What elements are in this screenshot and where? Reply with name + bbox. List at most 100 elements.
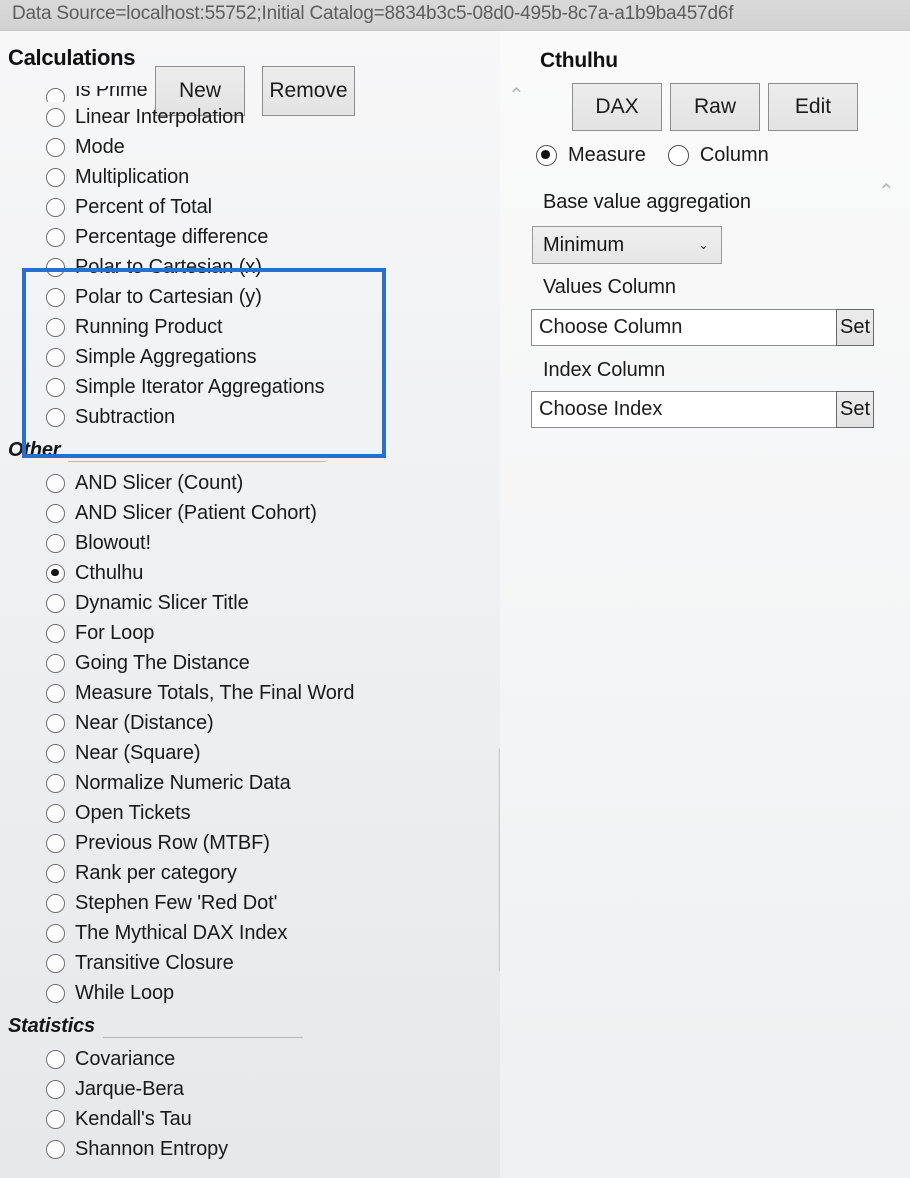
list-item[interactable]: AND Slicer (Count) — [0, 468, 500, 498]
values-column-set-button[interactable]: Set — [836, 309, 874, 346]
list-item[interactable]: Percentage difference — [0, 222, 500, 252]
connection-string-label: Data Source=localhost:55752;Initial Cata… — [12, 3, 734, 24]
calculations-list[interactable]: Is Prime Linear Interpolation Mode Multipli… — [0, 86, 500, 1178]
values-column-input[interactable]: Choose Column — [531, 309, 836, 346]
list-item[interactable]: While Loop — [0, 978, 500, 1008]
radio-button-icon[interactable] — [46, 983, 65, 1003]
radio-button-icon[interactable] — [46, 683, 65, 703]
list-item-label: Dynamic Slicer Title — [75, 591, 249, 614]
list-item[interactable]: For Loop — [0, 618, 500, 648]
section-header: Statistics — [0, 1008, 500, 1044]
list-item[interactable]: Normalize Numeric Data — [0, 768, 500, 798]
radio-button-icon[interactable] — [46, 713, 65, 733]
list-item-label: Open Tickets — [75, 801, 191, 824]
raw-button[interactable]: Raw — [670, 83, 760, 131]
radio-column[interactable]: Column — [667, 144, 769, 167]
list-item[interactable]: The Mythical DAX Index — [0, 918, 500, 948]
radio-button-icon[interactable] — [46, 773, 65, 793]
list-item[interactable]: Stephen Few 'Red Dot' — [0, 888, 500, 918]
list-item[interactable]: Kendall's Tau — [0, 1104, 500, 1134]
list-item[interactable]: Previous Row (MTBF) — [0, 828, 500, 858]
radio-button-icon[interactable] — [46, 863, 65, 883]
radio-button-icon[interactable] — [46, 923, 65, 943]
list-item[interactable]: AND Slicer (Patient Cohort) — [0, 498, 500, 528]
list-item-label: Simple Iterator Aggregations — [75, 375, 325, 398]
list-item[interactable]: Polar to Cartesian (y) — [0, 282, 500, 312]
list-item[interactable]: Near (Square) — [0, 738, 500, 768]
list-item[interactable]: Simple Iterator Aggregations — [0, 372, 500, 402]
radio-button-icon[interactable] — [46, 257, 65, 277]
radio-button-icon[interactable] — [46, 563, 65, 583]
radio-button-icon[interactable] — [46, 107, 65, 127]
list-item[interactable]: Multiplication — [0, 162, 500, 192]
radio-button-icon[interactable] — [46, 473, 65, 493]
radio-button-icon[interactable] — [46, 407, 65, 427]
list-item-label: Simple Aggregations — [75, 345, 257, 368]
radio-button-icon[interactable] — [46, 1079, 65, 1099]
radio-button-icon[interactable] — [46, 287, 65, 307]
radio-button-icon[interactable] — [46, 953, 65, 973]
index-column-input[interactable]: Choose Index — [531, 391, 836, 428]
list-item[interactable]: Is Prime — [0, 86, 500, 102]
list-item[interactable]: Mode — [0, 132, 500, 162]
radio-button-icon[interactable] — [46, 317, 65, 337]
edit-button[interactable]: Edit — [768, 83, 858, 131]
section-header: Other — [0, 432, 500, 468]
radio-measure[interactable]: Measure — [536, 144, 646, 167]
list-item[interactable]: Polar to Cartesian (x) — [0, 252, 500, 282]
list-item[interactable]: Transitive Closure — [0, 948, 500, 978]
radio-button-icon[interactable] — [46, 593, 65, 613]
dax-button[interactable]: DAX — [572, 83, 662, 131]
radio-button-icon[interactable] — [46, 227, 65, 247]
list-item-label: Going The Distance — [75, 651, 250, 674]
list-item[interactable]: Shannon Entropy — [0, 1134, 500, 1164]
list-item[interactable]: Open Tickets — [0, 798, 500, 828]
radio-button-icon[interactable] — [46, 503, 65, 523]
radio-button-icon[interactable] — [46, 1139, 65, 1159]
base-value-aggregation-label: Base value aggregation — [543, 191, 751, 213]
radio-button-icon[interactable] — [46, 347, 65, 367]
list-item[interactable]: Blowout! — [0, 528, 500, 558]
collapse-up-icon-right[interactable]: ⌃ — [878, 182, 895, 202]
radio-button-icon[interactable] — [46, 803, 65, 823]
radio-button-icon[interactable] — [46, 1109, 65, 1129]
list-item[interactable]: Percent of Total — [0, 192, 500, 222]
list-item[interactable]: Going The Distance — [0, 648, 500, 678]
radio-button-icon[interactable] — [46, 533, 65, 553]
page-title: Calculations — [8, 45, 136, 70]
base-value-aggregation-select[interactable]: Minimum ⌄ — [532, 226, 722, 264]
list-item-label: Multiplication — [75, 165, 190, 188]
index-column-set-button[interactable]: Set — [836, 391, 874, 428]
list-item[interactable]: Subtraction — [0, 402, 500, 432]
list-item-label: Is Prime — [75, 86, 148, 101]
list-item-label: Previous Row (MTBF) — [75, 831, 270, 854]
list-item[interactable]: Rank per category — [0, 858, 500, 888]
radio-button-icon[interactable] — [46, 88, 65, 102]
list-item-label: Rank per category — [75, 861, 237, 884]
radio-button-icon[interactable] — [46, 893, 65, 913]
list-item[interactable]: Near (Distance) — [0, 708, 500, 738]
list-item[interactable]: Jarque-Bera — [0, 1074, 500, 1104]
radio-button-icon[interactable] — [46, 137, 65, 157]
collapse-up-icon-left[interactable]: ⌃ — [508, 86, 525, 106]
list-item-label: Measure Totals, The Final Word — [75, 681, 355, 704]
list-item[interactable]: Cthulhu — [0, 558, 500, 588]
radio-button-icon[interactable] — [46, 833, 65, 853]
radio-button-icon[interactable] — [46, 653, 65, 673]
list-item[interactable]: Simple Aggregations — [0, 342, 500, 372]
radio-button-icon[interactable] — [46, 623, 65, 643]
radio-button-icon[interactable] — [46, 743, 65, 763]
radio-button-icon[interactable] — [46, 377, 65, 397]
list-item[interactable]: Running Product — [0, 312, 500, 342]
radio-button-icon[interactable] — [46, 167, 65, 187]
base-value-aggregation-value: Minimum — [543, 233, 625, 256]
list-item[interactable]: Measure Totals, The Final Word — [0, 678, 500, 708]
chevron-down-icon: ⌄ — [698, 237, 709, 252]
list-item[interactable]: Linear Interpolation — [0, 102, 500, 132]
list-item[interactable]: Dynamic Slicer Title — [0, 588, 500, 618]
list-item-label: Subtraction — [75, 405, 176, 428]
radio-button-icon[interactable] — [46, 197, 65, 217]
list-item-label: Percentage difference — [75, 225, 269, 248]
list-item[interactable]: Covariance — [0, 1044, 500, 1074]
radio-button-icon[interactable] — [46, 1049, 65, 1069]
